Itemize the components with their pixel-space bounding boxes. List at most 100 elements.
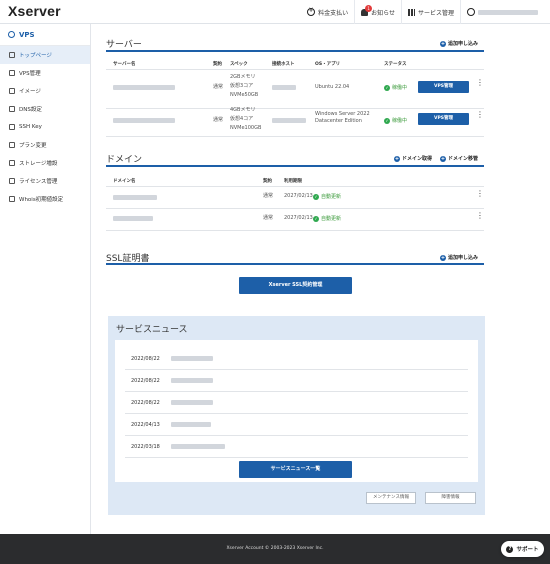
more-menu-icon[interactable]: ⋮: [476, 190, 484, 198]
row-divider: [106, 136, 484, 137]
status-badge: ✓ 稼働中: [384, 117, 407, 124]
sidebar-item-ssh[interactable]: SSH Key: [0, 118, 90, 136]
news-text-redacted: [171, 444, 225, 449]
news-date: 2022/04/13: [131, 422, 160, 428]
status-label: 稼働中: [392, 85, 408, 91]
more-menu-icon[interactable]: ⋮: [476, 111, 484, 119]
sidebar-item-plan[interactable]: プラン変更: [0, 136, 90, 154]
sidebar-item-label: ライセンス管理: [19, 179, 58, 185]
grid-icon: [407, 8, 415, 16]
domain-name-redacted[interactable]: [113, 216, 153, 221]
sidebar-item-label: Whois初期値設定: [19, 197, 64, 203]
news-text-redacted: [171, 378, 213, 383]
top-nav: 料金支払い 1 お知らせ サービス管理: [301, 0, 544, 24]
domain-transfer-link[interactable]: + ドメイン移管: [440, 155, 478, 162]
notice-label: お知らせ: [371, 9, 395, 17]
server-col-name: サーバー名: [113, 62, 136, 67]
domain-name-redacted[interactable]: [113, 195, 157, 200]
support-label: サポート: [516, 547, 539, 553]
bell-icon: 1: [361, 4, 373, 16]
server-host-redacted: [272, 118, 306, 123]
xserver-logo[interactable]: Xserver: [8, 3, 61, 19]
notice-button[interactable]: 1 お知らせ: [354, 0, 401, 24]
server-name-redacted[interactable]: [113, 85, 175, 90]
server-spec-memory: 4GBメモリ: [230, 107, 256, 113]
service-news-panel: サービスニュース 2022/08/22 2022/08/22 2022/08/2…: [108, 316, 485, 515]
domain-col-expiry: 利用期限: [284, 179, 302, 184]
sidebar-item-whois[interactable]: Whois初期値設定: [0, 190, 90, 208]
server-os: Windows Server 2022 Datacenter Edition: [315, 111, 370, 124]
server-os: Ubuntu 22.04: [315, 84, 350, 90]
domain-get-link[interactable]: + ドメイン取得: [394, 155, 432, 162]
server-col-spec: スペック: [230, 62, 248, 67]
auto-renew-label: 自動更新: [321, 216, 342, 222]
vps-manage-button[interactable]: VPS管理: [418, 113, 469, 125]
sidebar-item-vps[interactable]: VPS管理: [0, 64, 90, 82]
ssl-add-link[interactable]: + 追加申し込み: [440, 254, 478, 261]
sidebar-header[interactable]: VPS: [0, 24, 90, 46]
server-divider: [106, 50, 484, 52]
plus-icon: +: [440, 40, 446, 47]
account-name-redacted: [478, 9, 538, 15]
server-col-os: OS・アプリ: [315, 62, 341, 67]
server-section-title: サーバー: [106, 40, 142, 50]
more-menu-icon[interactable]: ⋮: [476, 79, 484, 87]
news-date: 2022/03/18: [131, 444, 160, 450]
support-button[interactable]: ? サポート: [501, 541, 544, 557]
user-icon: [467, 8, 475, 16]
plus-icon: +: [440, 155, 446, 162]
image-icon: [9, 88, 15, 94]
server-col-contract: 契約: [213, 62, 222, 67]
storage-icon: [9, 160, 15, 166]
pay-label: 料金支払い: [318, 9, 349, 17]
list-item[interactable]: 2022/08/22: [125, 348, 468, 370]
news-list: 2022/08/22 2022/08/22 2022/08/22 2022/04…: [115, 340, 478, 482]
server-contract: 通常: [213, 117, 224, 123]
server-header-divider: [106, 69, 484, 70]
question-icon: ?: [506, 545, 514, 553]
check-icon: ✓: [384, 84, 390, 91]
sidebar-item-label: プラン変更: [19, 143, 47, 149]
ssl-manage-button[interactable]: Xserver SSL契約管理: [239, 277, 352, 294]
row-divider: [106, 230, 484, 231]
sidebar-item-dns[interactable]: DNS設定: [0, 100, 90, 118]
yen-icon: [307, 7, 316, 16]
sidebar: VPS トップページ VPS管理 イメージ DNS設定 SSH Key プラン変…: [0, 24, 91, 534]
plan-change-icon: [9, 142, 15, 148]
domain-expiry: 2027/02/13: [284, 193, 313, 199]
more-menu-icon[interactable]: ⋮: [476, 212, 484, 220]
list-item[interactable]: 2022/03/18: [125, 436, 468, 458]
domain-header-divider: [106, 186, 484, 187]
news-text-redacted: [171, 400, 213, 405]
domain-contract: 通常: [263, 193, 274, 199]
sidebar-item-label: SSH Key: [19, 124, 42, 130]
sidebar-item-storage[interactable]: ストレージ増設: [0, 154, 90, 172]
list-item[interactable]: 2022/08/22: [125, 392, 468, 414]
account-menu[interactable]: [460, 0, 544, 24]
vps-manage-button[interactable]: VPS管理: [418, 81, 469, 93]
sidebar-item-label: トップページ: [19, 53, 52, 59]
server-add-label: 追加申し込み: [448, 41, 479, 47]
sidebar-item-top[interactable]: トップページ: [0, 46, 90, 64]
server-add-link[interactable]: + 追加申し込み: [440, 40, 478, 47]
check-icon: ✓: [384, 117, 390, 124]
server-name-redacted[interactable]: [113, 118, 175, 123]
news-list-button[interactable]: サービスニュース一覧: [239, 461, 352, 478]
sidebar-item-license[interactable]: ライセンス管理: [0, 172, 90, 190]
news-date: 2022/08/22: [131, 378, 160, 384]
sidebar-item-label: VPS管理: [19, 71, 41, 77]
sidebar-item-image[interactable]: イメージ: [0, 82, 90, 100]
ssl-add-label: 追加申し込み: [448, 255, 479, 261]
server-spec-disk: NVMe50GB: [230, 92, 259, 98]
footer: Xserver Account © 2003-2023 Xserver Inc.: [0, 534, 550, 564]
maintenance-info-button[interactable]: メンテナンス情報: [366, 492, 416, 504]
pay-button[interactable]: 料金支払い: [301, 0, 354, 24]
plus-icon: +: [440, 254, 446, 261]
service-menu-button[interactable]: サービス管理: [400, 0, 460, 24]
failure-info-button[interactable]: 障害情報: [425, 492, 476, 504]
server-spec-cpu: 仮想4コア: [230, 116, 254, 122]
list-item[interactable]: 2022/04/13: [125, 414, 468, 436]
list-item[interactable]: 2022/08/22: [125, 370, 468, 392]
check-icon: ✓: [313, 193, 319, 200]
server-icon: [9, 70, 15, 76]
